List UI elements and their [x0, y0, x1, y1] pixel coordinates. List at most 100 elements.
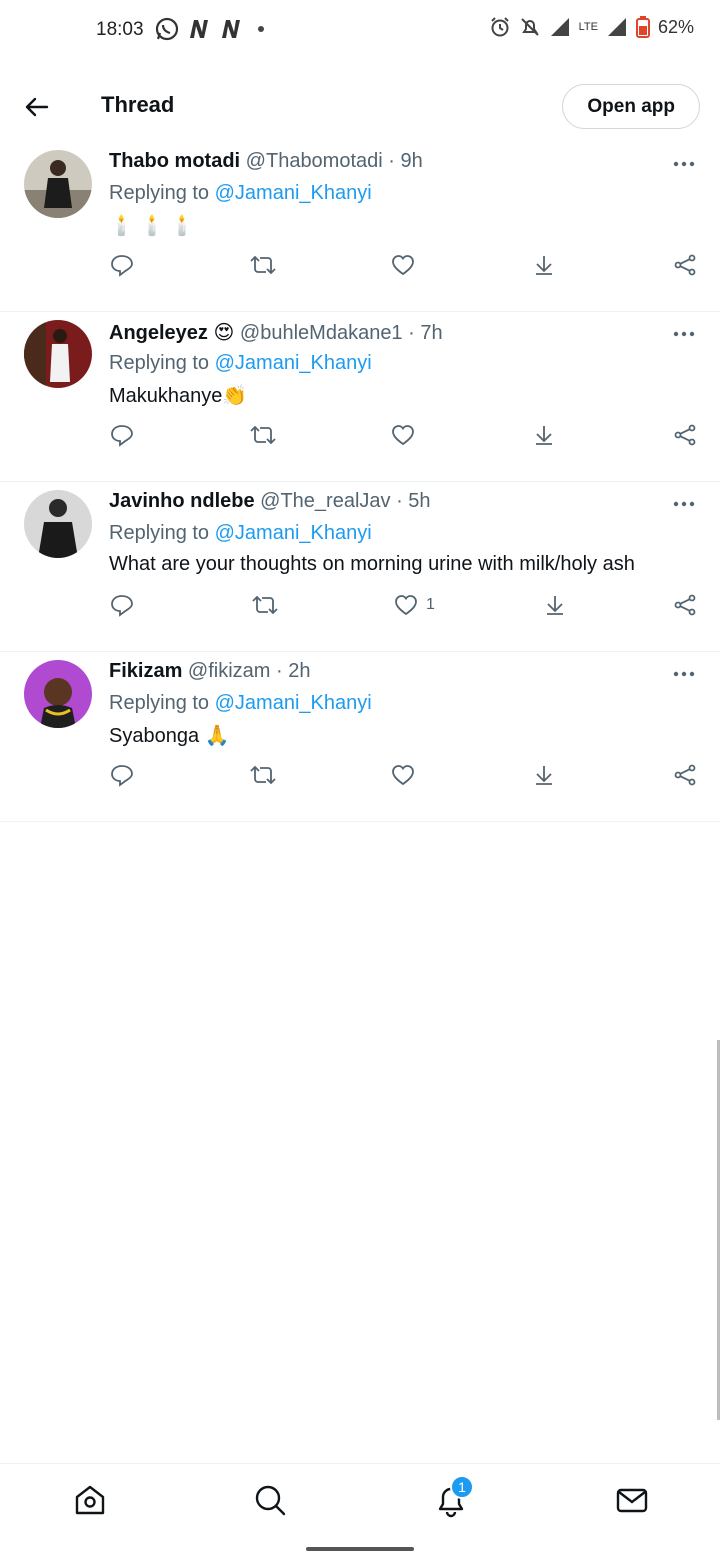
home-icon[interactable] — [72, 1482, 108, 1518]
retweet-icon — [250, 425, 276, 445]
tweet-header: Fikizam @fikizam · 2h — [109, 660, 310, 683]
open-app-button[interactable]: Open app — [562, 84, 700, 129]
heart-icon — [392, 425, 414, 446]
mention-link[interactable]: @Jamani_Khanyi — [215, 522, 372, 544]
tweet-actions — [0, 760, 720, 800]
like-button[interactable]: 1 — [394, 590, 435, 620]
more-icon[interactable] — [672, 152, 696, 176]
tweet-text: Syabonga 🙏 — [109, 725, 230, 747]
tweet-time: · 9h — [388, 150, 423, 172]
replying-to-label: Replying to — [109, 182, 210, 204]
share-icon — [674, 764, 696, 786]
back-button[interactable] — [18, 88, 56, 126]
user-handle[interactable]: @buhleMdakane1 — [240, 322, 403, 344]
reply-button[interactable] — [110, 250, 134, 280]
share-button[interactable] — [673, 420, 697, 450]
avatar[interactable] — [24, 150, 92, 218]
whatsapp-icon — [155, 17, 179, 41]
replying-to: Replying to @Jamani_Khanyi — [109, 182, 372, 205]
user-name[interactable]: Angeleyez — [109, 322, 208, 344]
avatar[interactable] — [24, 320, 92, 388]
reply-icon — [111, 765, 133, 787]
avatar[interactable] — [24, 660, 92, 728]
download-icon — [547, 596, 563, 615]
tweet[interactable]: Thabo motadi @Thabomotadi · 9h Replying … — [0, 142, 720, 312]
more-icon[interactable] — [672, 492, 696, 516]
retweet-button[interactable] — [249, 420, 277, 450]
alarm-icon — [490, 17, 509, 37]
reply-button[interactable] — [110, 760, 134, 790]
signal-icon — [607, 18, 626, 36]
download-button[interactable] — [543, 590, 567, 620]
tweet[interactable]: Angeleyez 😍 @buhleMdakane1 · 7h Replying… — [0, 312, 720, 482]
heart-icon — [392, 765, 414, 786]
reply-icon — [111, 425, 133, 447]
user-name[interactable]: Thabo motadi — [109, 150, 240, 172]
retweet-button[interactable] — [251, 590, 279, 620]
tweet-header: Thabo motadi @Thabomotadi · 9h — [109, 150, 423, 173]
reply-icon — [111, 595, 133, 617]
replying-to-label: Replying to — [109, 692, 210, 714]
replying-to-label: Replying to — [109, 522, 210, 544]
battery-percent: 62% — [657, 16, 694, 37]
share-button[interactable] — [673, 590, 697, 620]
replying-to: Replying to @Jamani_Khanyi — [109, 522, 372, 545]
user-handle[interactable]: @fikizam — [188, 660, 271, 682]
like-button[interactable] — [391, 420, 415, 450]
retweet-icon — [250, 255, 276, 275]
like-button[interactable] — [391, 250, 415, 280]
user-name[interactable]: Fikizam — [109, 660, 182, 682]
share-icon — [674, 254, 696, 276]
notifications-badge: 1 — [450, 1475, 474, 1499]
mention-link[interactable]: @Jamani_Khanyi — [215, 182, 372, 204]
tweet[interactable]: Javinho ndlebe @The_realJav · 5h Replyin… — [0, 482, 720, 652]
retweet-button[interactable] — [249, 250, 277, 280]
app-n-icon — [222, 20, 240, 38]
share-button[interactable] — [673, 760, 697, 790]
user-name[interactable]: Javinho ndlebe — [109, 490, 255, 512]
tweet-text: 🕯️ 🕯️ 🕯️ — [109, 215, 195, 237]
more-notifications-dot — [258, 26, 264, 32]
signal-icon — [550, 18, 569, 36]
reply-button[interactable] — [110, 420, 134, 450]
download-button[interactable] — [532, 250, 556, 280]
like-button[interactable] — [391, 760, 415, 790]
heart-icon — [392, 255, 414, 276]
network-type: LTE — [578, 21, 598, 33]
retweet-button[interactable] — [249, 760, 277, 790]
tweet-time: · 5h — [396, 490, 431, 512]
share-button[interactable] — [673, 250, 697, 280]
reply-icon — [111, 255, 133, 277]
download-button[interactable] — [532, 760, 556, 790]
download-icon — [536, 426, 552, 445]
avatar[interactable] — [24, 490, 92, 558]
status-right-icons: LTE 62% — [489, 16, 694, 38]
tweet-header: Javinho ndlebe @The_realJav · 5h — [109, 490, 431, 513]
download-button[interactable] — [532, 420, 556, 450]
mention-link[interactable]: @Jamani_Khanyi — [215, 692, 372, 714]
mention-link[interactable]: @Jamani_Khanyi — [215, 352, 372, 374]
top-header: Thread Open app — [0, 70, 720, 142]
tweet-text: What are your thoughts on morning urine … — [109, 553, 635, 575]
share-icon — [674, 424, 696, 446]
heart-icon — [395, 595, 417, 616]
download-icon — [536, 256, 552, 275]
reply-button[interactable] — [110, 590, 134, 620]
user-handle[interactable]: @The_realJav — [260, 490, 390, 512]
replying-to-label: Replying to — [109, 352, 210, 374]
battery-icon — [635, 16, 650, 38]
retweet-icon — [252, 595, 278, 615]
messages-icon[interactable] — [614, 1482, 650, 1518]
search-icon[interactable] — [252, 1482, 288, 1518]
more-icon[interactable] — [672, 662, 696, 686]
more-icon[interactable] — [672, 322, 696, 346]
tweet-time: · 2h — [276, 660, 311, 682]
tweet[interactable]: Fikizam @fikizam · 2h Replying to @Jaman… — [0, 652, 720, 822]
retweet-icon — [250, 765, 276, 785]
user-handle[interactable]: @Thabomotadi — [246, 150, 383, 172]
bottom-nav: 1 — [0, 1463, 720, 1538]
tweet-actions: 1 — [0, 590, 720, 630]
system-home-indicator[interactable] — [306, 1547, 414, 1551]
tweet-time: · 7h — [408, 322, 443, 344]
tweet-actions — [0, 250, 720, 290]
